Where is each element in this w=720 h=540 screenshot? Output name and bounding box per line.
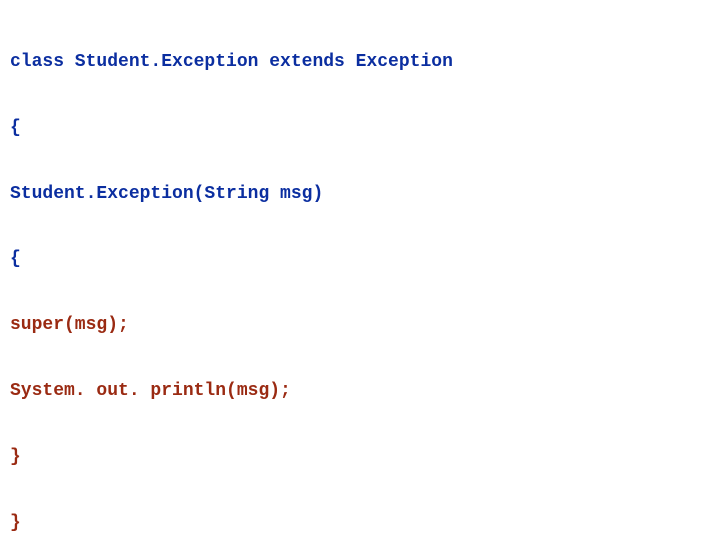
code-line: Student.Exception(String msg) xyxy=(10,184,710,206)
code-line: { xyxy=(10,118,710,140)
code-line: { xyxy=(10,249,710,271)
code-line: } xyxy=(10,513,710,535)
code-line: super(msg); xyxy=(10,315,710,337)
code-line: class Student.Exception extends Exceptio… xyxy=(10,52,710,74)
code-line: } xyxy=(10,447,710,469)
code-block: class Student.Exception extends Exceptio… xyxy=(0,0,720,540)
code-line: System. out. println(msg); xyxy=(10,381,710,403)
